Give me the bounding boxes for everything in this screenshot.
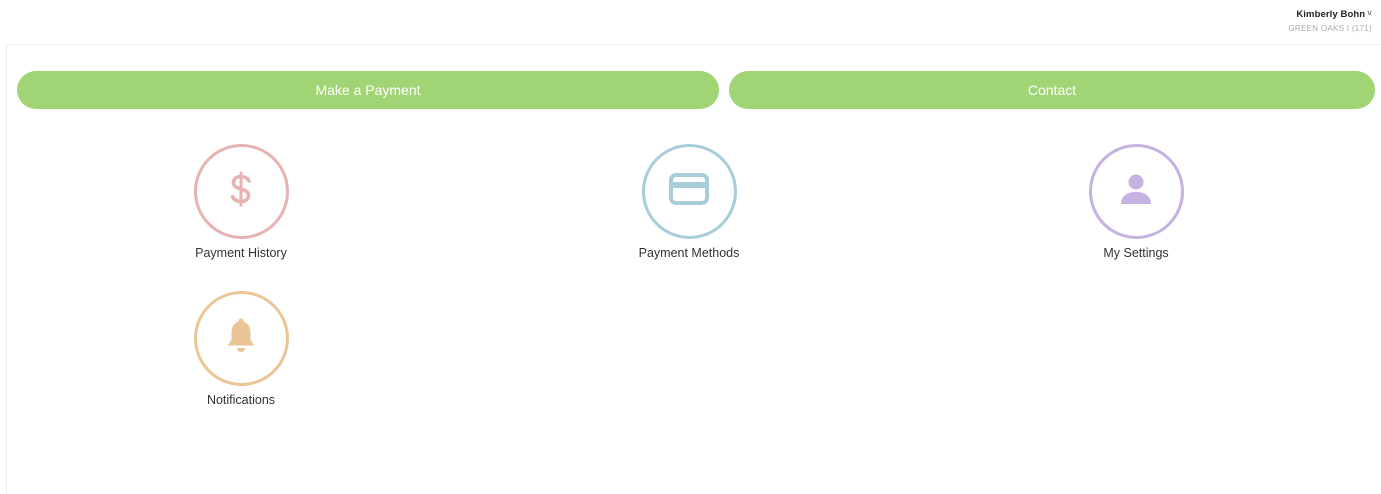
payment-history-circle[interactable] [193, 144, 289, 239]
contact-button[interactable]: Contact [729, 71, 1375, 109]
user-icon [1119, 173, 1153, 210]
notifications-circle[interactable] [193, 291, 289, 386]
dollar-icon [229, 170, 253, 214]
bell-icon [225, 318, 257, 359]
notifications-tile[interactable]: Notifications [151, 291, 331, 407]
payment-history-tile[interactable]: Payment History [151, 144, 331, 260]
my-settings-circle[interactable] [1088, 144, 1184, 239]
top-bar: Kimberly Bohn ˅ GREEN OAKS I (171) [0, 0, 1381, 44]
chevron-down-icon: ˅ [1367, 9, 1372, 18]
payment-methods-circle[interactable] [641, 144, 737, 239]
main-content: Make a Payment Contact Payment History P… [6, 44, 1381, 494]
user-name: Kimberly Bohn [1296, 9, 1366, 20]
user-menu[interactable]: Kimberly Bohn ˅ GREEN OAKS I (171) [1288, 9, 1372, 33]
notifications-label: Notifications [206, 393, 276, 407]
payment-methods-label: Payment Methods [638, 246, 740, 260]
payment-history-label: Payment History [195, 246, 287, 260]
my-settings-tile[interactable]: My Settings [1046, 144, 1226, 260]
payment-methods-tile[interactable]: Payment Methods [599, 144, 779, 260]
user-organization: GREEN OAKS I (171) [1288, 24, 1372, 33]
user-name-row[interactable]: Kimberly Bohn ˅ [1288, 9, 1372, 20]
make-payment-button[interactable]: Make a Payment [17, 71, 719, 109]
my-settings-label: My Settings [1103, 246, 1169, 260]
credit-card-icon [669, 173, 709, 210]
